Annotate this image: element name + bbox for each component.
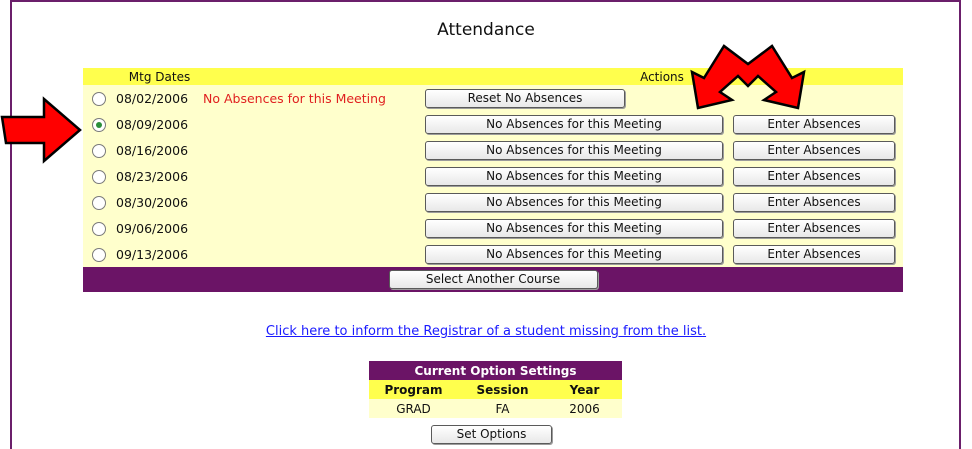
enter-absences-button[interactable]: Enter Absences [733,115,895,134]
double-arrow-icon [690,44,806,110]
meeting-date: 09/13/2006 [116,241,203,267]
year-value: 2006 [547,399,622,418]
enter-absences-button[interactable]: Enter Absences [733,167,895,186]
status-column-header [203,68,421,86]
meeting-radio[interactable] [92,92,106,107]
dates-column-header: Mtg Dates [116,68,203,86]
enter-absences-button[interactable]: Enter Absences [733,245,895,264]
meeting-radio[interactable] [92,144,106,159]
no-absences-button[interactable]: No Absences for this Meeting [425,141,723,160]
no-absences-button[interactable]: No Absences for this Meeting [425,245,723,264]
session-value: FA [458,399,547,418]
session-header: Session [458,380,547,399]
enter-absences-button[interactable]: Enter Absences [733,219,895,238]
year-header: Year [547,380,622,399]
table-row: 09/06/2006 No Absences for this Meeting E… [83,215,903,242]
enter-absences-button[interactable]: Enter Absences [733,193,895,212]
table-row: 08/16/2006 No Absences for this Meeting E… [83,137,903,164]
program-value: GRAD [369,399,458,418]
select-another-course-button[interactable]: Select Another Course [388,270,598,289]
course-bar: Select Another Course [83,267,903,292]
radio-column-header [83,68,116,86]
meeting-date: 08/02/2006 [116,85,203,112]
meeting-radio[interactable] [92,222,106,237]
actions-column-header: Actions [421,68,903,86]
no-absences-button[interactable]: No Absences for this Meeting [425,115,723,134]
meeting-radio[interactable] [92,118,106,133]
table-row: 08/23/2006 No Absences for this Meeting E… [83,163,903,190]
meeting-date: 08/23/2006 [116,163,203,190]
option-settings-title: Current Option Settings [369,361,622,380]
program-header: Program [369,380,458,399]
table-row: 08/30/2006 No Absences for this Meeting E… [83,189,903,216]
set-options-button[interactable]: Set Options [431,425,552,444]
no-absences-button[interactable]: No Absences for this Meeting [425,219,723,238]
meeting-date: 08/09/2006 [116,111,203,138]
meeting-date: 08/16/2006 [116,137,203,164]
enter-absences-button[interactable]: Enter Absences [733,141,895,160]
option-settings-table: Current Option Settings Program Session … [369,361,622,418]
registrar-link[interactable]: Click here to inform the Registrar of a … [0,324,972,339]
no-absences-button[interactable]: No Absences for this Meeting [425,167,723,186]
table-row: 09/13/2006 No Absences for this Meeting E… [83,241,903,267]
no-absences-button[interactable]: No Absences for this Meeting [425,193,723,212]
page-title: Attendance [437,20,535,40]
meeting-radio[interactable] [92,248,106,263]
meeting-status: No Absences for this Meeting [203,85,421,112]
meeting-radio[interactable] [92,196,106,211]
reset-no-absences-button[interactable]: Reset No Absences [425,89,625,108]
meeting-radio[interactable] [92,170,106,185]
meeting-date: 09/06/2006 [116,215,203,242]
left-arrow-icon [0,96,82,164]
table-row: 08/09/2006 No Absences for this Meeting E… [83,111,903,138]
meeting-date: 08/30/2006 [116,189,203,216]
